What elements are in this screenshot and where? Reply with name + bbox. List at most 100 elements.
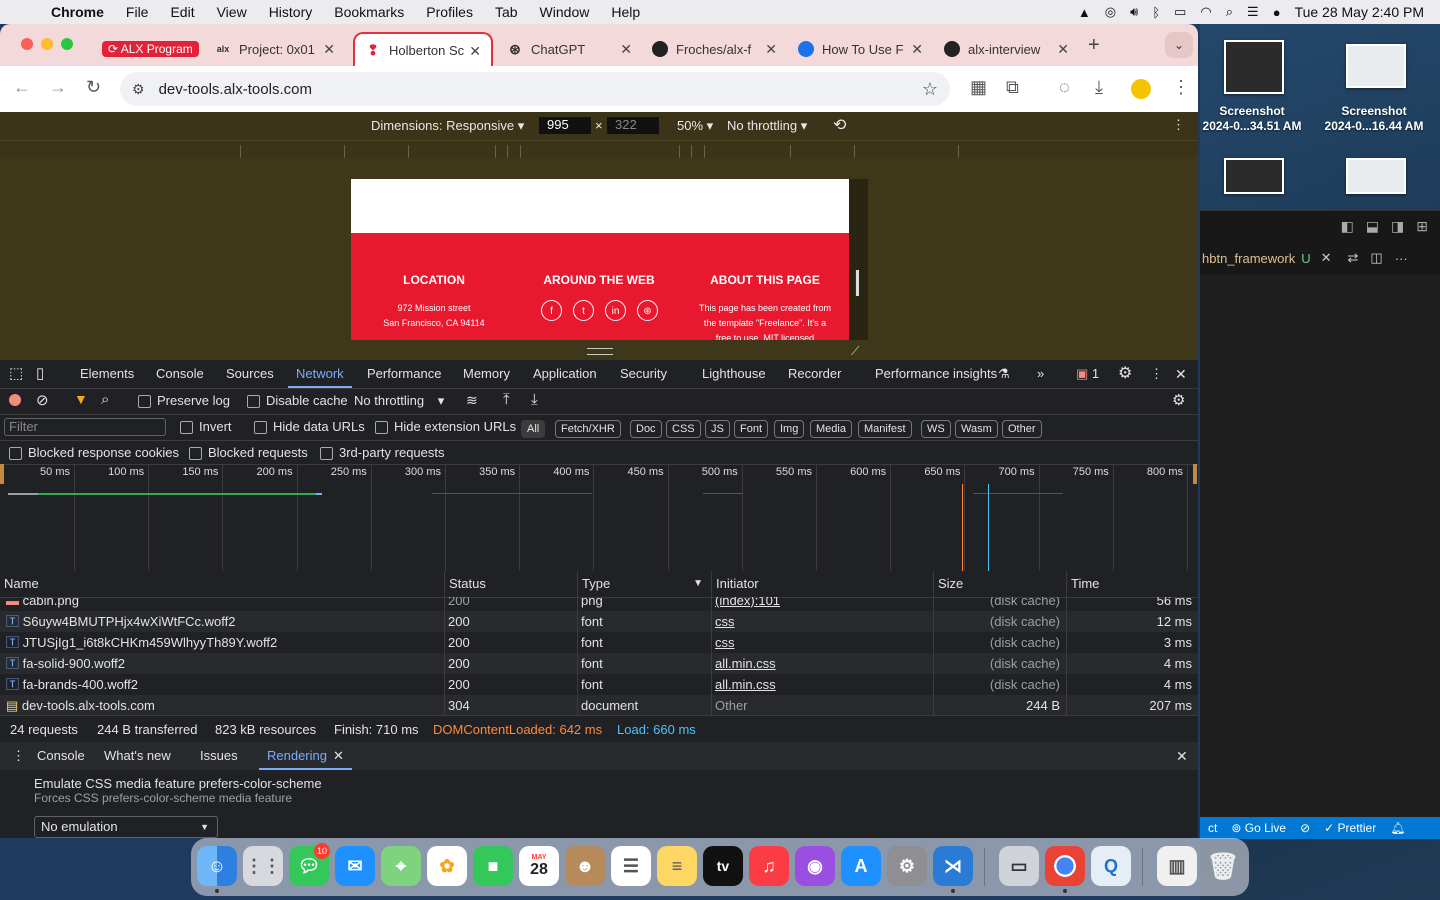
network-overview-timeline[interactable]: 50 ms 100 ms 150 ms 200 ms 250 ms 300 ms 350 m…	[0, 464, 1198, 572]
tab-performance[interactable]: Performance	[367, 360, 441, 388]
desktop-file-label[interactable]: Screenshot 2024-0...34.51 AM	[1193, 104, 1311, 134]
menu-history[interactable]: History	[258, 4, 324, 20]
error-badge[interactable]: ▣ 1	[1076, 360, 1099, 388]
table-row[interactable]: ▤ dev-tools.alx-tools.com 304 document O…	[0, 695, 1198, 715]
viewport-scrollbar[interactable]	[849, 179, 868, 340]
airdrop-icon[interactable]: ◎	[1105, 4, 1116, 20]
battery-icon[interactable]: ▭	[1174, 4, 1186, 20]
url-text[interactable]: dev-tools.alx-tools.com	[159, 81, 312, 98]
filter-type-doc[interactable]: Doc	[630, 420, 662, 438]
filter-icon[interactable]: ▼	[74, 391, 88, 407]
more-actions-icon[interactable]: ···	[1395, 251, 1408, 266]
compare-changes-icon[interactable]: ⇄	[1348, 250, 1359, 266]
hide-extension-urls-checkbox[interactable]: Hide extension URLs	[375, 419, 516, 435]
mail-icon[interactable]: ✉	[335, 846, 375, 886]
filter-type-img[interactable]: Img	[774, 420, 805, 438]
twitter-icon[interactable]: t	[573, 300, 594, 321]
prettier-button[interactable]: ✓ Prettier	[1324, 821, 1376, 835]
search-icon[interactable]: ⌕	[101, 391, 109, 408]
tab-github-froches[interactable]: Froches/alx-f ✕	[642, 32, 787, 66]
filter-type-media[interactable]: Media	[810, 420, 852, 438]
import-har-icon[interactable]: ⤒	[503, 391, 510, 408]
close-drawer-icon[interactable]: ✕	[1176, 742, 1188, 770]
menu-app-name[interactable]: Chrome	[40, 4, 115, 20]
devtools-menu-icon[interactable]: ⋮	[1150, 360, 1163, 388]
tab-sources[interactable]: Sources	[226, 360, 274, 388]
new-tab-button[interactable]: +	[1088, 34, 1100, 57]
timeline-handle-right[interactable]	[1193, 464, 1197, 484]
screenshot-thumbnail[interactable]	[1346, 158, 1406, 194]
timeline-handle-left[interactable]	[0, 464, 4, 484]
network-conditions-icon[interactable]: ≋	[466, 392, 478, 409]
notes-icon[interactable]: ≡	[657, 846, 697, 886]
filter-type-css[interactable]: CSS	[666, 420, 701, 438]
facebook-icon[interactable]: f	[541, 300, 562, 321]
bell-icon[interactable]: 🔔︎	[1390, 821, 1405, 835]
drawer-tab-rendering[interactable]: Rendering ✕	[259, 742, 352, 770]
tab-network[interactable]: Network	[288, 360, 352, 388]
toggle-secondary-sidebar-icon[interactable]: ◨	[1391, 218, 1404, 235]
trash-icon[interactable]: 🗑︎	[1203, 846, 1243, 886]
control-center-icon[interactable]: ☰	[1247, 4, 1259, 20]
table-row[interactable]: 🅃 S6uyw4BMUTPHjx4wXiWtFCc.woff2 200 font…	[0, 611, 1198, 632]
screenshot-thumbnail[interactable]	[1224, 158, 1284, 194]
dribbble-icon[interactable]: ⊛	[637, 300, 658, 321]
filter-type-manifest[interactable]: Manifest	[858, 420, 912, 438]
forward-icon[interactable]: →	[49, 77, 67, 98]
back-icon[interactable]: ←	[13, 77, 31, 98]
quicktime-icon[interactable]: Q	[1091, 846, 1131, 886]
finder-icon[interactable]: ☺	[197, 846, 237, 886]
layout-icon[interactable]: ⊞	[1416, 218, 1428, 235]
column-size[interactable]: Size	[933, 571, 1066, 597]
close-icon[interactable]: ✕	[765, 41, 777, 58]
request-initiator[interactable]: (index):101	[711, 597, 933, 611]
preserve-log-checkbox[interactable]: Preserve log	[138, 393, 230, 409]
clear-icon[interactable]: ⊘	[36, 391, 49, 409]
column-initiator[interactable]: Initiator	[711, 571, 933, 597]
throttling-dropdown[interactable]: No throttling ▾	[727, 118, 807, 134]
menu-bookmarks[interactable]: Bookmarks	[323, 4, 415, 20]
record-stop-icon[interactable]	[9, 394, 21, 406]
column-time[interactable]: Time	[1066, 571, 1198, 597]
tab-holberton[interactable]: ❢ Holberton Sc ✕	[353, 32, 493, 66]
preview-icon[interactable]: ▭	[999, 846, 1039, 886]
table-row[interactable]: 🅃 fa-brands-400.woff2 200 font all.min.c…	[0, 674, 1198, 695]
resize-corner-icon[interactable]: ⟋	[851, 344, 859, 359]
system-settings-icon[interactable]: ⚙	[887, 846, 927, 886]
clock-text[interactable]: Tue 28 May 2:40 PM	[1295, 4, 1424, 20]
close-icon[interactable]: ✕	[323, 41, 335, 58]
column-status[interactable]: Status	[444, 571, 577, 597]
export-har-icon[interactable]: ⤓	[531, 391, 538, 408]
column-type[interactable]: Type ▼	[577, 571, 711, 597]
tab-chatgpt[interactable]: ⊛ ChatGPT ✕	[497, 32, 642, 66]
downloads-stack-icon[interactable]: ▥	[1157, 846, 1197, 886]
tab-alx-program[interactable]: ⟳ ALX Program	[92, 32, 202, 66]
request-initiator[interactable]: all.min.css	[711, 653, 933, 674]
maximize-window-button[interactable]	[61, 38, 73, 50]
close-window-button[interactable]	[21, 38, 33, 50]
filter-type-font[interactable]: Font	[734, 420, 769, 438]
tab-memory[interactable]: Memory	[463, 360, 510, 388]
reload-icon[interactable]: ↻	[86, 77, 101, 98]
drawer-tab-issues[interactable]: Issues	[200, 742, 238, 770]
site-info-icon[interactable]: ⚙	[132, 81, 145, 98]
close-devtools-icon[interactable]: ✕	[1175, 360, 1187, 388]
close-icon[interactable]: ✕	[1057, 41, 1069, 58]
apple-tv-icon[interactable]: tv	[703, 846, 743, 886]
close-icon[interactable]: ✕	[469, 43, 481, 60]
invert-checkbox[interactable]: Invert	[180, 419, 232, 435]
no-notifications-icon[interactable]: ⊘	[1300, 821, 1310, 835]
tab-search-button[interactable]: ⌄	[1165, 32, 1193, 58]
dimensions-dropdown[interactable]: Dimensions: Responsive ▾	[371, 118, 524, 134]
close-icon[interactable]: ✕	[1321, 250, 1332, 266]
menu-file[interactable]: File	[115, 4, 160, 20]
close-icon[interactable]: ✕	[333, 748, 344, 763]
launchpad-icon[interactable]: ⋮⋮	[243, 846, 283, 886]
performance-icon[interactable]: ◌	[1059, 77, 1070, 98]
page-content[interactable]: LOCATION 972 Mission street San Francisc…	[351, 179, 849, 340]
contacts-icon[interactable]: ☻	[565, 846, 605, 886]
tab-application[interactable]: Application	[533, 360, 597, 388]
toggle-sidebar-icon[interactable]: ◧	[1341, 218, 1354, 235]
menu-help[interactable]: Help	[600, 4, 651, 20]
hide-data-urls-checkbox[interactable]: Hide data URLs	[254, 419, 365, 435]
